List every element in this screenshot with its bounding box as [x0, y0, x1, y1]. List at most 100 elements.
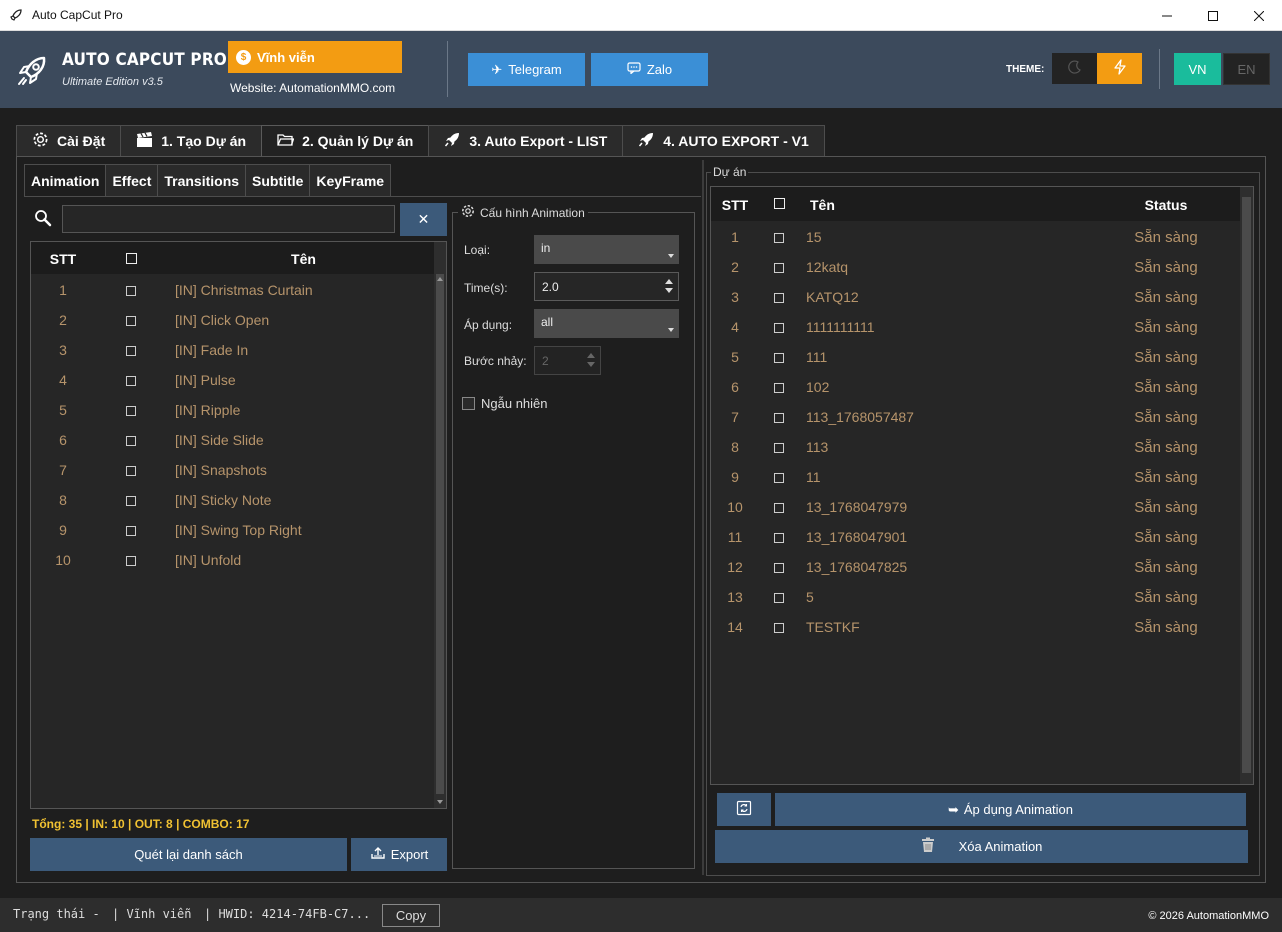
apply-select[interactable]: all	[534, 309, 679, 338]
row-checkbox[interactable]	[774, 533, 784, 543]
select-all-checkbox[interactable]	[774, 198, 785, 209]
row-checkbox[interactable]	[126, 556, 136, 566]
scroll-down-icon[interactable]	[437, 800, 443, 804]
status-badge: Sẵn sàng	[1134, 499, 1198, 516]
row-stt: 12	[727, 559, 743, 575]
row-checkbox[interactable]	[126, 466, 136, 476]
list-item[interactable]: 2 [IN] Click Open	[31, 305, 436, 335]
table-row[interactable]: 13 5 Sẵn sàng	[711, 581, 1241, 611]
table-row[interactable]: 7 113_1768057487 Sẵn sàng	[711, 401, 1241, 431]
row-checkbox[interactable]	[774, 233, 784, 243]
tab-manage-project[interactable]: 2. Quản lý Dự án	[261, 125, 430, 156]
animation-list-scrollbar[interactable]	[434, 242, 446, 808]
row-checkbox[interactable]	[774, 623, 784, 633]
clear-search-button[interactable]: ✕	[400, 203, 447, 236]
table-row[interactable]: 10 13_1768047979 Sẵn sàng	[711, 491, 1241, 521]
search-input[interactable]	[62, 205, 395, 233]
project-list-scrollbar[interactable]	[1240, 187, 1253, 784]
time-spinbox[interactable]: 2.0	[534, 272, 679, 301]
spin-arrows-icon[interactable]	[665, 279, 673, 295]
row-checkbox[interactable]	[774, 593, 784, 603]
row-checkbox[interactable]	[126, 496, 136, 506]
website-link[interactable]: Website: AutomationMMO.com	[230, 81, 395, 95]
row-checkbox[interactable]	[126, 406, 136, 416]
list-item[interactable]: 3 [IN] Fade In	[31, 335, 436, 365]
list-item[interactable]: 5 [IN] Ripple	[31, 395, 436, 425]
theme-dark-button[interactable]	[1052, 53, 1097, 84]
row-checkbox[interactable]	[126, 316, 136, 326]
maximize-button[interactable]	[1190, 0, 1236, 31]
telegram-button[interactable]: ✈ Telegram	[468, 53, 585, 86]
row-checkbox[interactable]	[774, 383, 784, 393]
lang-en-button[interactable]: EN	[1223, 53, 1270, 85]
table-row[interactable]: 12 13_1768047825 Sẵn sàng	[711, 551, 1241, 581]
type-select[interactable]: in	[534, 235, 679, 264]
zalo-button[interactable]: Zalo	[591, 53, 708, 86]
subtab-subtitle[interactable]: Subtitle	[245, 164, 311, 196]
row-checkbox[interactable]	[126, 346, 136, 356]
row-checkbox[interactable]	[774, 263, 784, 273]
list-item[interactable]: 1 [IN] Christmas Curtain	[31, 275, 436, 305]
row-checkbox[interactable]	[774, 353, 784, 363]
refresh-button[interactable]	[717, 793, 771, 826]
subtab-transitions[interactable]: Transitions	[157, 164, 247, 196]
table-row[interactable]: 1 15 Sẵn sàng	[711, 221, 1241, 251]
row-checkbox[interactable]	[774, 413, 784, 423]
list-item[interactable]: 6 [IN] Side Slide	[31, 425, 436, 455]
minimize-button[interactable]	[1144, 0, 1190, 31]
scrollbar-thumb[interactable]	[436, 274, 444, 794]
table-row[interactable]: 11 13_1768047901 Sẵn sàng	[711, 521, 1241, 551]
row-name: 113_1768057487	[806, 409, 914, 425]
table-row[interactable]: 8 113 Sẵn sàng	[711, 431, 1241, 461]
table-row[interactable]: 14 TESTKF Sẵn sàng	[711, 611, 1241, 641]
list-item[interactable]: 10 [IN] Unfold	[31, 545, 436, 575]
status-bar	[0, 898, 1282, 932]
row-checkbox[interactable]	[126, 286, 136, 296]
delete-animation-button[interactable]: Xóa Animation	[715, 830, 1248, 863]
table-row[interactable]: 5 111 Sẵn sàng	[711, 341, 1241, 371]
list-item[interactable]: 8 [IN] Sticky Note	[31, 485, 436, 515]
list-item[interactable]: 7 [IN] Snapshots	[31, 455, 436, 485]
subtab-effect[interactable]: Effect	[105, 164, 159, 196]
row-checkbox[interactable]	[774, 473, 784, 483]
row-checkbox[interactable]	[126, 376, 136, 386]
tab-auto-export-v1[interactable]: 4. AUTO EXPORT - V1	[622, 125, 825, 156]
theme-light-button[interactable]	[1097, 53, 1142, 84]
tab-create-project[interactable]: 1. Tạo Dự án	[120, 125, 263, 156]
row-checkbox[interactable]	[774, 563, 784, 573]
row-checkbox[interactable]	[774, 323, 784, 333]
step-spinbox[interactable]: 2	[534, 346, 601, 375]
row-checkbox[interactable]	[774, 443, 784, 453]
tab-settings[interactable]: Cài Đặt	[16, 125, 122, 156]
table-row[interactable]: 9 11 Sẵn sàng	[711, 461, 1241, 491]
project-list[interactable]: STT Tên Status 1 15 Sẵn sàng 2 12katq Sẵn sàn…	[710, 186, 1254, 785]
subtab-keyframe[interactable]: KeyFrame	[309, 164, 392, 196]
checkbox-box[interactable]	[462, 397, 475, 410]
row-checkbox[interactable]	[126, 526, 136, 536]
list-item[interactable]: 9 [IN] Swing Top Right	[31, 515, 436, 545]
table-row[interactable]: 2 12katq Sẵn sàng	[711, 251, 1241, 281]
copy-hwid-button[interactable]: Copy	[382, 904, 440, 927]
export-button[interactable]: Export	[351, 838, 447, 871]
scrollbar-thumb[interactable]	[1242, 197, 1251, 773]
tab-auto-export-list[interactable]: 3. Auto Export - LIST	[428, 125, 624, 156]
animation-list[interactable]: STT Tên 1 [IN] Christmas Curtain 2 [IN] Cli…	[30, 241, 447, 809]
row-checkbox[interactable]	[774, 293, 784, 303]
row-checkbox[interactable]	[126, 436, 136, 446]
random-checkbox[interactable]: Ngẫu nhiên	[462, 396, 548, 411]
list-item[interactable]: 4 [IN] Pulse	[31, 365, 436, 395]
lang-vn-button[interactable]: VN	[1174, 53, 1221, 85]
scroll-up-icon[interactable]	[437, 277, 443, 281]
select-all-checkbox[interactable]	[126, 253, 137, 264]
row-checkbox[interactable]	[774, 503, 784, 513]
apply-animation-button[interactable]: ➥ Áp dụng Animation	[775, 793, 1246, 826]
spin-arrows-icon[interactable]	[587, 353, 595, 369]
table-row[interactable]: 3 KATQ12 Sẵn sàng	[711, 281, 1241, 311]
close-button[interactable]	[1236, 0, 1282, 31]
rescan-list-button[interactable]: Quét lại danh sách	[30, 838, 347, 871]
table-row[interactable]: 4 1111111111 Sẵn sàng	[711, 311, 1241, 341]
table-row[interactable]: 6 102 Sẵn sàng	[711, 371, 1241, 401]
subtab-animation[interactable]: Animation	[24, 164, 107, 196]
panel-splitter[interactable]	[702, 160, 704, 875]
status-badge: Sẵn sàng	[1134, 379, 1198, 396]
